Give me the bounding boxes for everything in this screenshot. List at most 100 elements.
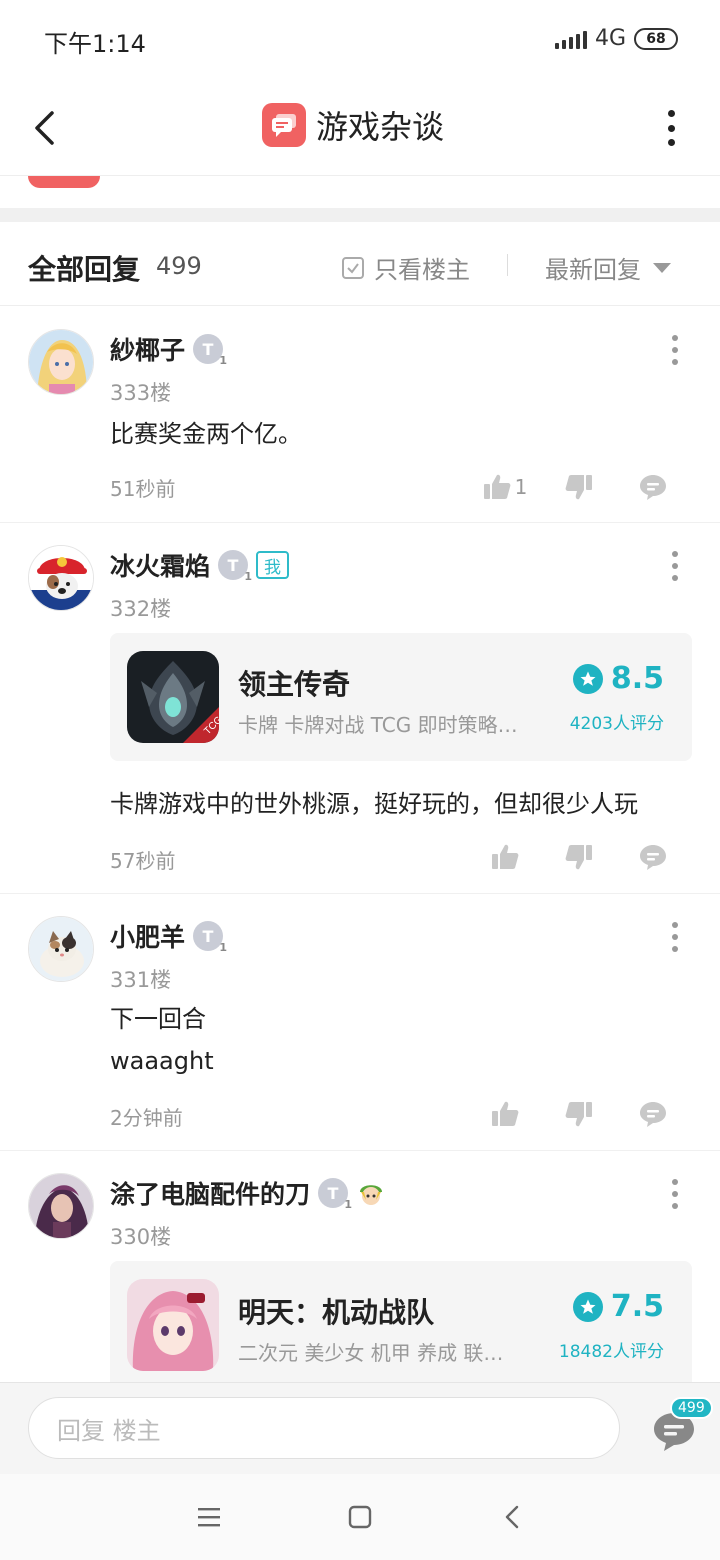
thumbs-down-icon — [565, 475, 592, 500]
system-back-button[interactable] — [492, 1500, 532, 1534]
battery-level: 68 — [646, 30, 666, 47]
owner-only-label: 只看楼主 — [374, 256, 470, 284]
comment-actions — [468, 1096, 690, 1132]
owner-only-toggle[interactable]: 只看楼主 — [342, 250, 470, 285]
battery-icon: 68 — [634, 27, 678, 50]
top-nav: 游戏杂谈 — [0, 80, 720, 176]
comment-text: 比赛奖金两个亿。 — [110, 420, 302, 448]
character-badge-icon — [356, 1178, 386, 1208]
game-score: 7.5 — [572, 1289, 664, 1324]
menu-icon — [198, 1508, 220, 1527]
game-tags: 二次元 美少女 机甲 养成 联… — [238, 1341, 504, 1365]
sort-dropdown[interactable]: 最新回复 — [545, 250, 671, 285]
caret-down-icon — [653, 262, 671, 273]
comment-icon — [640, 1102, 666, 1127]
status-indicators: 4G 68 — [554, 26, 678, 51]
game-score: 8.5 — [572, 661, 664, 696]
comment-actions: 1 — [468, 469, 690, 505]
level-badge-icon: T1 — [318, 1178, 352, 1211]
comment-text-line: waaaght — [110, 1047, 214, 1075]
comment-more-button[interactable] — [670, 551, 680, 581]
floor-number: 332楼 — [110, 597, 172, 621]
chevron-left-icon — [505, 1505, 519, 1529]
star-icon — [572, 663, 603, 694]
game-score-value: 7.5 — [610, 1289, 664, 1324]
thumbs-up-icon — [483, 474, 511, 499]
username[interactable]: 冰火霜焰 — [110, 547, 210, 583]
replies-title: 全部回复 — [28, 253, 141, 286]
comment-more-button[interactable] — [670, 335, 680, 365]
more-options-button[interactable] — [656, 108, 686, 148]
reply-input-bar: 回复 楼主 499 — [0, 1382, 720, 1474]
username[interactable]: 紗椰子 — [110, 331, 185, 367]
game-score-value: 8.5 — [610, 661, 664, 696]
status-bar: 下午1:14 4G 68 — [0, 0, 720, 80]
floor-number: 331楼 — [110, 968, 172, 992]
page-title-group: 游戏杂谈 — [262, 102, 444, 148]
reply-button[interactable] — [616, 1096, 690, 1132]
comment-count-badge: 499 — [670, 1397, 713, 1419]
avatar[interactable] — [28, 545, 94, 611]
username[interactable]: 涂了电脑配件的刀 — [110, 1175, 310, 1211]
menu-button[interactable] — [190, 1500, 230, 1534]
game-name: 领主传奇 — [238, 668, 351, 701]
floor-number: 330楼 — [110, 1225, 172, 1249]
comment-actions — [468, 839, 690, 875]
comment-item: 紗椰子 T1 333楼 比赛奖金两个亿。 51秒前 1 — [0, 307, 720, 523]
avatar[interactable] — [28, 916, 94, 982]
game-card[interactable]: 明天：机动战队 二次元 美少女 机甲 养成 联… 7.5 18482人评分 — [110, 1261, 692, 1382]
thumbs-up-icon — [492, 1101, 519, 1126]
dislike-button[interactable] — [542, 839, 616, 875]
comment-text-line: 下一回合 — [110, 1005, 206, 1033]
forum-icon — [262, 103, 306, 147]
status-time: 下午1:14 — [44, 30, 146, 58]
comment-time: 2分钟前 — [110, 1106, 183, 1130]
comment-time: 57秒前 — [110, 849, 176, 873]
username[interactable]: 小肥羊 — [110, 918, 185, 954]
reply-button[interactable] — [616, 839, 690, 875]
comment-icon — [640, 845, 666, 870]
comment-more-button[interactable] — [670, 1179, 680, 1209]
dislike-button[interactable] — [542, 1096, 616, 1132]
avatar[interactable] — [28, 329, 94, 395]
thumbs-down-icon — [565, 1102, 592, 1127]
comment-item: 小肥羊 T1 331楼 下一回合 waaaght 2分钟前 — [0, 894, 720, 1151]
signal-icon — [554, 29, 587, 49]
floor-number: 333楼 — [110, 381, 172, 405]
replies-toolbar: 全部回复 499 只看楼主 最新回复 — [0, 222, 720, 306]
back-button[interactable] — [24, 106, 64, 150]
comment-item: 涂了电脑配件的刀 T1 330楼 明天：机动战队 二次元 美少女 机甲 养成 联… — [0, 1151, 720, 1382]
level-badge-icon: T1 — [193, 334, 227, 367]
like-button[interactable] — [468, 1096, 542, 1132]
author-row: 涂了电脑配件的刀 T1 — [110, 1175, 386, 1211]
section-divider — [0, 208, 720, 222]
author-row: 冰火霜焰 T1 我 — [110, 547, 290, 583]
game-card[interactable]: TCG 领主传奇 卡牌 卡牌对战 TCG 即时策略… 8.5 4203人评分 — [110, 633, 692, 761]
star-icon — [572, 1291, 603, 1322]
system-nav-bar — [0, 1474, 720, 1560]
thumbs-up-icon — [492, 844, 519, 869]
comment-more-button[interactable] — [670, 922, 680, 952]
game-rating-count: 18482人评分 — [558, 1342, 664, 1362]
reply-button[interactable] — [616, 469, 690, 505]
like-button[interactable]: 1 — [468, 469, 542, 505]
level-badge-icon: T1 — [193, 921, 227, 954]
sort-label: 最新回复 — [545, 256, 641, 284]
comment-text: 卡牌游戏中的世外桃源，挺好玩的，但却很少人玩 — [110, 790, 638, 818]
reply-input[interactable]: 回复 楼主 — [28, 1397, 620, 1459]
comment-time: 51秒前 — [110, 477, 176, 501]
level-badge-icon: T1 — [218, 550, 252, 583]
reply-input-placeholder: 回复 楼主 — [57, 1416, 161, 1445]
page-title: 游戏杂谈 — [316, 108, 445, 146]
dislike-button[interactable] — [542, 469, 616, 505]
like-button[interactable] — [468, 839, 542, 875]
author-row: 紗椰子 T1 — [110, 331, 227, 367]
like-count: 1 — [514, 475, 528, 499]
toolbar-separator — [507, 254, 508, 276]
app-screen: 下午1:14 4G 68 游戏杂谈 全部回复 499 只看楼主 最新回复 紗椰子… — [0, 0, 720, 1560]
network-type: 4G — [594, 26, 626, 51]
square-icon — [348, 1505, 372, 1529]
home-button[interactable] — [340, 1500, 380, 1534]
peek-red-element — [28, 176, 100, 188]
avatar[interactable] — [28, 1173, 94, 1239]
